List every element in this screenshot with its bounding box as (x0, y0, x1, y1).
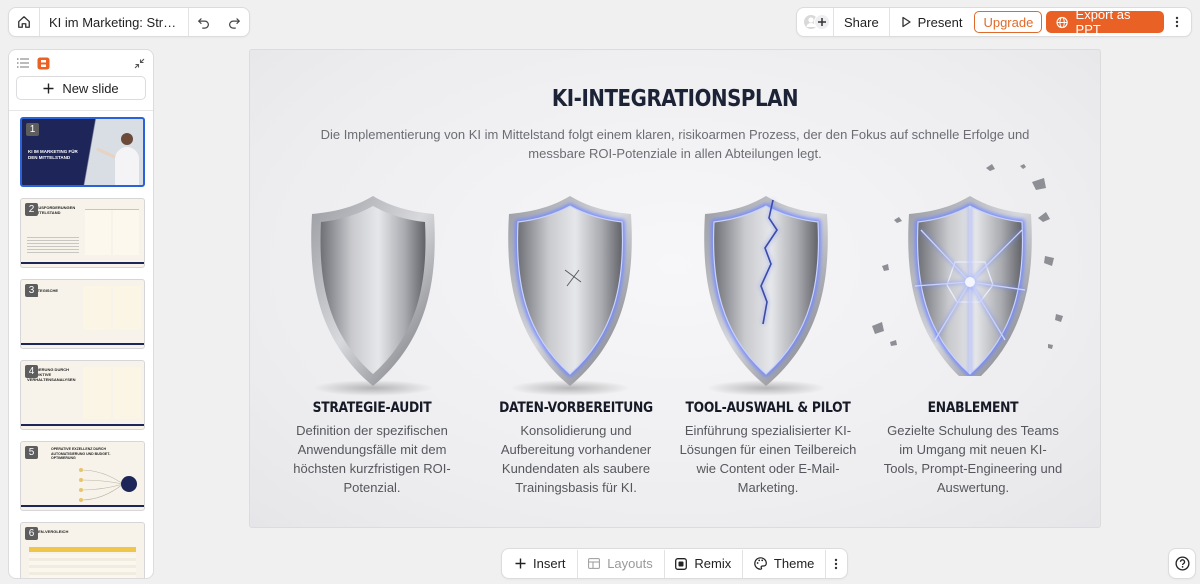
redo-icon (229, 18, 241, 29)
step-heading: DATEN-VORBEREITUNG (499, 400, 653, 416)
help-button[interactable] (1168, 548, 1196, 579)
slide-number: 5 (25, 446, 38, 459)
step-description: Gezielte Schulung des Teams im Umgang mi… (883, 423, 1063, 495)
export-label: Export as PPT (1075, 7, 1131, 37)
theme-button[interactable]: Theme (743, 549, 825, 578)
step-heading: TOOL-AUSWAHL & PILOT (685, 400, 851, 416)
thumbnail-footer (21, 262, 144, 264)
thumbnail-table-header (29, 547, 136, 552)
thumbnail-body (27, 237, 79, 255)
home-button[interactable] (9, 8, 39, 36)
step-heading: STRATEGIE-AUDIT (312, 400, 432, 416)
step-description: Definition der spezifischen Anwendungsfä… (293, 423, 451, 495)
shield-glowing-icon (508, 196, 632, 396)
slide-number: 3 (25, 284, 38, 297)
sidebar-header (9, 50, 153, 76)
more-menu-button[interactable] (1166, 8, 1187, 36)
slide-thumbnail[interactable]: 6 KOSTEN-VERGLEICH (20, 522, 145, 578)
step-tool-selection[interactable]: TOOL-AUSWAHL & PILOT Einführung speziali… (668, 400, 868, 497)
shield-plain-icon (311, 196, 435, 396)
list-view-icon[interactable] (17, 58, 29, 68)
step-heading: ENABLEMENT (927, 400, 1019, 416)
thumbnail-footer (21, 424, 144, 426)
slide-thumbnail-list: 1 KI IM MARKETING FÜR DEN MITTELSTAND 2 … (9, 110, 153, 578)
layouts-label: Layouts (607, 556, 653, 571)
slide-thumbnail[interactable]: 4 STEIGERUNG DURCH PRÄDIKTIVE VERHALTENS… (20, 360, 145, 430)
step-description: Einführung spezialisierter KI-Lösungen f… (679, 423, 857, 495)
step-enablement[interactable]: ENABLEMENT Gezielte Schulung des Teams i… (873, 400, 1073, 497)
slides-sidebar: New slide 1 KI IM MARKETING FÜR DEN MITT… (8, 49, 154, 579)
help-icon (1174, 556, 1190, 571)
more-vertical-icon (1175, 16, 1178, 28)
slide-number: 6 (25, 527, 38, 540)
slide-canvas[interactable]: KI-INTEGRATIONSPLAN Die Implementierung … (249, 49, 1101, 528)
undo-icon (197, 18, 209, 29)
plus-icon (515, 558, 526, 569)
collapse-icon[interactable] (134, 58, 145, 69)
more-options-button[interactable] (826, 549, 845, 578)
layouts-button[interactable]: Layouts (577, 549, 664, 578)
thumbnail-title: KI IM MARKETING FÜR DEN MITTELSTAND (28, 149, 78, 160)
editor-toolbar: Insert Layouts Remix Theme (501, 548, 848, 579)
document-title[interactable]: KI im Marketing: Strate… (40, 15, 188, 30)
thumbnail-view-icon[interactable] (37, 57, 50, 70)
thumbnail-cards (85, 209, 139, 255)
slide-number: 2 (25, 203, 38, 216)
step-strategy-audit[interactable]: STRATEGIE-AUDIT Definition der spezifisc… (272, 400, 472, 497)
plus-icon (43, 83, 54, 93)
slide-title[interactable]: KI-INTEGRATIONSPLAN (310, 86, 1041, 112)
thumbnail-grid (83, 286, 141, 330)
present-label: Present (917, 14, 963, 30)
thumbnail-footer (21, 343, 144, 345)
slide-number: 1 (26, 123, 39, 136)
palette-icon (754, 557, 767, 570)
insert-label: Insert (533, 556, 566, 571)
new-slide-button[interactable]: New slide (16, 76, 146, 100)
globe-icon (1056, 16, 1069, 28)
export-ppt-button[interactable]: Export as PPT (1046, 7, 1165, 37)
slide-thumbnail[interactable]: 5 OPERATIVE EXZELLENZ DURCH AUTOMATISIER… (20, 441, 145, 511)
insert-button[interactable]: Insert (504, 549, 577, 578)
remix-icon (675, 557, 688, 570)
thumbnail-grid (83, 367, 141, 419)
home-icon (18, 16, 30, 28)
slide-thumbnail[interactable]: 1 KI IM MARKETING FÜR DEN MITTELSTAND (20, 117, 145, 187)
new-slide-label: New slide (62, 80, 119, 96)
actions-toolbar: Share Present Upgrade Export as PPT (796, 7, 1192, 37)
redo-button[interactable] (219, 8, 249, 36)
undo-button[interactable] (189, 8, 219, 36)
avatar-add-icon (803, 14, 831, 30)
slide-thumbnail[interactable]: 3 STRATEGISCHE ZIELE (20, 279, 145, 349)
person-image (96, 133, 139, 185)
share-button[interactable]: Share (834, 8, 889, 36)
present-button[interactable]: Present (890, 8, 973, 36)
step-data-preparation[interactable]: DATEN-VORBEREITUNG Konsolidierung und Au… (476, 400, 676, 497)
shield-shattered-icon (872, 164, 1063, 376)
layout-icon (588, 558, 601, 569)
thumbnail-footer (21, 505, 144, 507)
play-icon (901, 16, 911, 28)
collaborators-button[interactable] (801, 8, 833, 36)
thumbnail-title: OPERATIVE EXZELLENZ DURCH AUTOMATISIERUN… (51, 447, 111, 460)
remix-button[interactable]: Remix (664, 549, 742, 578)
upgrade-button[interactable]: Upgrade (974, 11, 1043, 33)
document-toolbar: KI im Marketing: Strate… (8, 7, 250, 37)
step-description: Konsolidierung und Aufbereitung vorhande… (500, 423, 652, 495)
slide-thumbnail[interactable]: 2 HERAUSFORDERUNGEN IM MITTELSTAND (20, 198, 145, 268)
slide-number: 4 (25, 365, 38, 378)
shield-cracked-icon (704, 196, 828, 396)
thumbnail-table-rows (29, 554, 136, 578)
theme-label: Theme (773, 556, 815, 571)
more-vertical-icon (834, 558, 837, 569)
remix-label: Remix (694, 556, 732, 571)
thumbnail-flow-diagram (79, 468, 137, 502)
